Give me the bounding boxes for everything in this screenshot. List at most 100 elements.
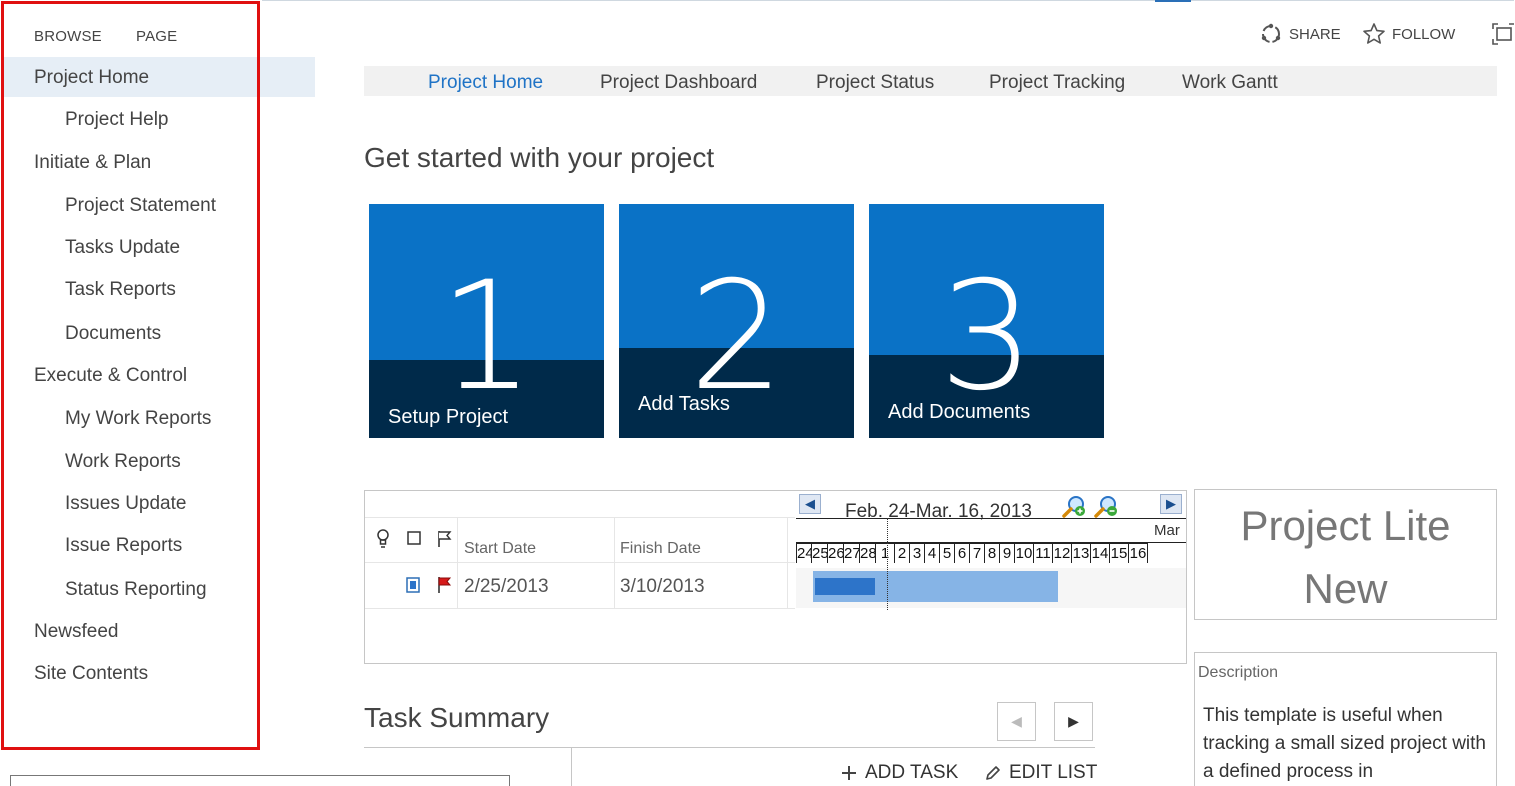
timeline-header-rule xyxy=(796,518,1186,519)
plus-icon xyxy=(842,766,856,780)
timeline-day-cell: 4 xyxy=(925,543,940,563)
share-label: SHARE xyxy=(1289,25,1341,43)
pencil-icon xyxy=(986,766,1000,780)
top-nav-project-tracking[interactable]: Project Tracking xyxy=(989,72,1125,94)
timeline-day-cell: 28 xyxy=(860,543,876,563)
pager-next-button[interactable]: ▶ xyxy=(1054,702,1093,741)
today-marker-line xyxy=(887,518,888,610)
sidebar-item[interactable]: Status Reporting xyxy=(65,579,207,601)
grid-line xyxy=(457,518,458,608)
add-task-button[interactable]: ADD TASK xyxy=(841,762,958,784)
timeline-day-cell: 26 xyxy=(828,543,844,563)
column-header-finish-date[interactable]: Finish Date xyxy=(620,540,701,558)
top-nav-project-status[interactable]: Project Status xyxy=(816,72,934,94)
sidebar-item[interactable]: Issue Reports xyxy=(65,535,182,557)
follow-label: FOLLOW xyxy=(1392,25,1456,43)
task-summary-heading: Task Summary xyxy=(364,702,550,733)
top-nav-work-gantt[interactable]: Work Gantt xyxy=(1182,72,1278,94)
lightbulb-icon xyxy=(377,529,389,548)
page-heading: Get started with your project xyxy=(364,142,715,173)
flag-red-icon xyxy=(438,577,452,593)
timeline-day-cell: 9 xyxy=(1000,543,1015,563)
grid-line xyxy=(365,562,795,563)
follow-button[interactable]: FOLLOW xyxy=(1362,22,1455,46)
sidebar-item[interactable]: Project Home xyxy=(34,67,149,89)
column-header-start-date[interactable]: Start Date xyxy=(464,540,536,558)
timeline-day-cell: 11 xyxy=(1034,543,1053,563)
timeline-next-button[interactable]: ▶ xyxy=(1160,494,1182,514)
zoom-in-icon[interactable] xyxy=(1061,494,1087,520)
task-finish-date: 3/10/2013 xyxy=(620,576,705,597)
timeline-day-cell: 2 xyxy=(895,543,910,563)
star-icon xyxy=(1363,23,1385,44)
ribbon-tab-page[interactable]: PAGE xyxy=(136,28,177,45)
timeline-day-cell: 25 xyxy=(812,543,828,563)
timeline-day-cell: 24 xyxy=(796,543,812,563)
template-title-line1: Project Lite xyxy=(1240,502,1451,549)
tile-setup-project[interactable]: 1 Setup Project xyxy=(369,204,604,438)
tile-number: 3 xyxy=(939,250,1035,424)
sidebar-item[interactable]: Documents xyxy=(65,323,161,345)
zoom-out-icon[interactable] xyxy=(1093,494,1119,520)
timeline-day-cell: 3 xyxy=(910,543,925,563)
tile-add-documents[interactable]: 3 Add Documents xyxy=(869,204,1104,438)
timeline-day-cell: 6 xyxy=(955,543,970,563)
timeline-range-label: Feb. 24-Mar. 16, 2013 xyxy=(845,501,1032,522)
task-start-date: 2/25/2013 xyxy=(464,576,549,597)
grid-line xyxy=(365,608,795,609)
sidebar-item[interactable]: My Work Reports xyxy=(65,408,211,430)
top-border xyxy=(262,0,1514,1)
timeline-day-cell: 13 xyxy=(1072,543,1091,563)
timeline-day-cell: 15 xyxy=(1110,543,1129,563)
add-task-label: ADD TASK xyxy=(865,762,959,783)
timeline-day-cell: 10 xyxy=(1015,543,1034,563)
top-border-accent xyxy=(1155,0,1191,2)
tile-add-tasks[interactable]: 2 Add Tasks xyxy=(619,204,854,438)
top-nav-project-home[interactable]: Project Home xyxy=(428,72,543,94)
sidebar-item[interactable]: Newsfeed xyxy=(34,621,119,643)
tile-label: Setup Project xyxy=(388,406,509,428)
pager-previous-button[interactable]: ◀ xyxy=(997,702,1036,741)
grid-line xyxy=(787,518,788,608)
task-summary-divider xyxy=(571,748,572,786)
timeline-day-cell: 14 xyxy=(1091,543,1110,563)
ribbon-tab-browse[interactable]: BROWSE xyxy=(34,28,102,45)
timeline-day-cell: 16 xyxy=(1129,543,1148,563)
focus-on-content-icon[interactable] xyxy=(1492,22,1515,46)
sidebar-item[interactable]: Tasks Update xyxy=(65,237,180,259)
sidebar-item[interactable]: Work Reports xyxy=(65,451,181,473)
timeline-month-label: Mar xyxy=(1154,522,1180,539)
sidebar-item[interactable]: Task Reports xyxy=(65,279,176,301)
checkbox-icon[interactable] xyxy=(407,531,421,545)
timeline-day-cell: 8 xyxy=(985,543,1000,563)
flag-outline-icon xyxy=(438,531,452,547)
timeline-day-cell: 27 xyxy=(844,543,860,563)
sidebar-item[interactable]: Execute & Control xyxy=(34,365,187,387)
sidebar-item[interactable]: Project Statement xyxy=(65,195,216,217)
share-icon xyxy=(1261,23,1281,43)
sidebar-item[interactable]: Project Help xyxy=(65,109,169,131)
timeline-day-cell: 5 xyxy=(940,543,955,563)
timeline-day-cell: 1 xyxy=(876,543,895,563)
tile-label: Add Tasks xyxy=(638,393,730,415)
task-summary-rule xyxy=(364,747,1095,748)
share-button[interactable]: SHARE xyxy=(1259,22,1341,46)
timeline-prev-button[interactable]: ◀ xyxy=(799,494,821,514)
partial-element-bottom xyxy=(10,775,510,786)
sidebar-item[interactable]: Initiate & Plan xyxy=(34,152,151,174)
tile-number: 1 xyxy=(439,250,535,424)
task-progress-bar xyxy=(815,578,875,595)
tile-label: Add Documents xyxy=(888,401,1031,423)
sidebar-item[interactable]: Issues Update xyxy=(65,493,186,515)
task-indicator-icon xyxy=(406,577,420,593)
edit-list-label: EDIT LIST xyxy=(1009,762,1098,783)
description-label: Description xyxy=(1198,664,1279,681)
timeline-day-cell: 12 xyxy=(1053,543,1072,563)
grid-line xyxy=(365,517,795,518)
timeline-day-row: 242526272812345678910111213141516 xyxy=(796,542,1186,563)
top-nav-project-dashboard[interactable]: Project Dashboard xyxy=(600,72,757,94)
edit-list-button[interactable]: EDIT LIST xyxy=(985,762,1097,784)
sidebar-item[interactable]: Site Contents xyxy=(34,663,148,685)
description-text: This template is useful when tracking a … xyxy=(1203,705,1486,782)
grid-line xyxy=(614,518,615,608)
